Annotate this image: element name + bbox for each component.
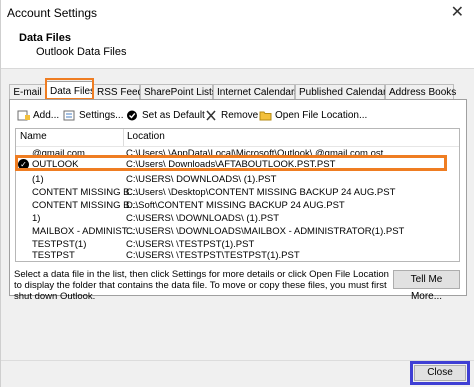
table-row[interactable]: (1) C:\USERS\ DOWNLOADS\ (1).PST [16, 174, 459, 187]
table-row[interactable]: CONTENT MISSING B... D:\Soft\CONTENT MIS… [16, 200, 459, 213]
column-header-name[interactable]: Name [20, 131, 47, 142]
settings-label: Settings... [79, 109, 124, 121]
add-label: Add... [33, 109, 60, 121]
table-row[interactable]: CONTENT MISSING B... C:\Users\ \Desktop\… [16, 187, 459, 200]
tab-address-books[interactable]: Address Books [385, 84, 456, 99]
account-settings-window: Account Settings ✕ Data Files Outlook Da… [0, 0, 474, 387]
row-name: CONTENT MISSING B... [32, 200, 137, 211]
remove-x-icon [205, 110, 218, 121]
settings-icon [63, 110, 76, 121]
row-location: C:\USERS\ \DOWNLOADS\MAILBOX - ADMINISTR… [126, 226, 405, 237]
row-location: C:\USERS\ \DOWNLOADS\ (1).PST [126, 213, 280, 224]
row-name: 1) [32, 213, 41, 224]
set-as-default-label: Set as Default [142, 109, 205, 121]
footer-divider [1, 360, 474, 361]
row-name: MAILBOX - ADMINIST... [32, 226, 135, 237]
open-file-location-label: Open File Location... [275, 109, 368, 121]
add-file-icon [17, 110, 30, 121]
column-header-location[interactable]: Location [127, 131, 165, 142]
data-files-tab-highlight [45, 78, 94, 100]
settings-button[interactable]: Settings... [63, 108, 123, 122]
row-location: C:\USERS\ DOWNLOADS\ (1).PST [126, 174, 277, 185]
table-row[interactable]: MAILBOX - ADMINIST... C:\USERS\ \DOWNLOA… [16, 226, 459, 239]
selected-row-highlight [15, 155, 447, 171]
remove-label: Remove [221, 109, 259, 121]
row-location: C:\Users\ \Desktop\CONTENT MISSING BACKU… [126, 187, 396, 198]
remove-button[interactable]: Remove [205, 108, 258, 122]
row-name: CONTENT MISSING B... [32, 187, 137, 198]
header-divider [16, 146, 459, 147]
tab-email[interactable]: E-mail [9, 84, 46, 99]
header-subtitle: Outlook Data Files [36, 46, 127, 58]
checkmark-icon [126, 110, 139, 121]
table-row[interactable]: 1) C:\USERS\ \DOWNLOADS\ (1).PST [16, 213, 459, 226]
tell-me-more-button[interactable]: Tell Me More... [393, 270, 460, 302]
close-button-highlight [410, 361, 470, 385]
help-text: Select a data file in the list, then cli… [14, 269, 389, 302]
row-location: C:\USERS\ \TESTPST\TESTPST(1).PST [126, 250, 300, 261]
row-location: D:\Soft\CONTENT MISSING BACKUP 24 AUG.PS… [126, 200, 345, 211]
row-name: (1) [32, 174, 44, 185]
tab-published-calendars[interactable]: Published Calendars [295, 84, 391, 99]
add-button[interactable]: Add... [17, 108, 59, 122]
header-title: Data Files [19, 32, 71, 44]
row-location: C:\USERS\ \TESTPST(1).PST [126, 239, 255, 250]
folder-icon [259, 110, 272, 121]
tab-sharepoint-lists[interactable]: SharePoint Lists [140, 84, 217, 99]
row-name: TESTPST [32, 250, 75, 261]
tab-internet-calendars[interactable]: Internet Calendars [213, 84, 299, 99]
set-as-default-button[interactable]: Set as Default [126, 108, 205, 122]
window-close-icon[interactable]: ✕ [451, 2, 464, 22]
row-name: TESTPST(1) [32, 239, 87, 250]
column-separator [123, 129, 124, 147]
open-file-location-button[interactable]: Open File Location... [259, 108, 367, 122]
window-title: Account Settings [7, 6, 98, 20]
tab-rss-feeds[interactable]: RSS Feeds [93, 84, 148, 99]
table-row[interactable]: TESTPST C:\USERS\ \TESTPST\TESTPST(1).PS… [16, 250, 459, 263]
